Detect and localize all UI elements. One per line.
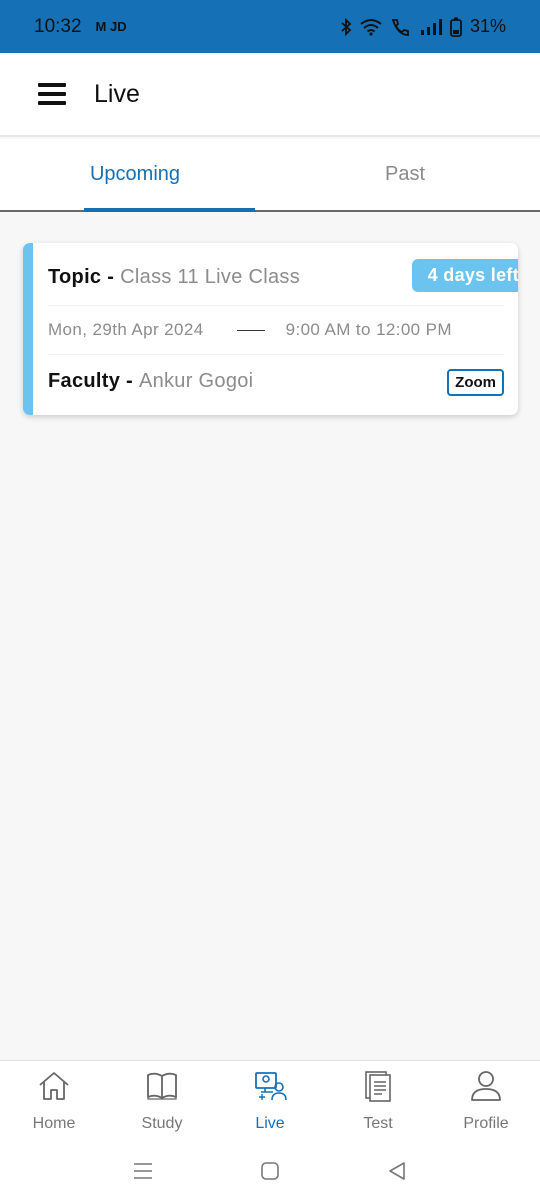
nav-live[interactable]: Live: [216, 1061, 324, 1142]
nav-profile[interactable]: Profile: [432, 1061, 540, 1142]
recent-apps-icon: [134, 1163, 153, 1179]
app-header: Live: [0, 53, 540, 137]
person-icon: [469, 1069, 503, 1103]
nav-study[interactable]: Study: [108, 1061, 216, 1142]
nav-test[interactable]: Test: [324, 1061, 432, 1142]
faculty-value: Ankur Gogoi: [138, 369, 254, 392]
status-time: 10:32: [34, 15, 82, 37]
days-left-badge: 4 days left: [411, 259, 518, 292]
bottom-nav: Home Study Live Test Profile: [0, 1060, 540, 1142]
back-button[interactable]: [377, 1151, 417, 1191]
test-icon: [361, 1069, 395, 1103]
nav-study-label: Study: [141, 1115, 183, 1132]
nav-home-label: Home: [32, 1115, 76, 1132]
signal-icon: [420, 18, 442, 35]
page-title: Live: [94, 79, 140, 108]
recent-apps-button[interactable]: [123, 1151, 163, 1191]
battery-percent: 31%: [469, 16, 506, 36]
nav-profile-label: Profile: [463, 1115, 509, 1132]
faculty-label: Faculty -: [48, 369, 133, 392]
call-icon: [391, 18, 409, 36]
class-time: 9:00 AM to 12:00 PM: [285, 320, 452, 339]
wifi-icon: [360, 18, 382, 36]
tab-bar: Upcoming Past: [0, 139, 540, 212]
home-system-button[interactable]: [250, 1151, 290, 1191]
carrier-icons: M JD: [95, 19, 127, 34]
tab-upcoming[interactable]: Upcoming: [0, 139, 270, 210]
status-bar: 10:32 M JD 31%: [0, 0, 540, 53]
status-indicators: 31%: [340, 16, 506, 37]
nav-test-label: Test: [363, 1115, 393, 1132]
tab-past-label: Past: [384, 163, 426, 185]
home-icon: [37, 1069, 71, 1103]
tab-active-indicator: [84, 208, 255, 212]
card-accent-bar: [23, 243, 33, 415]
date-time-separator: [236, 329, 265, 331]
class-date: Mon, 29th Apr 2024: [48, 320, 204, 339]
system-nav-bar: [0, 1142, 540, 1200]
nav-live-label: Live: [255, 1115, 285, 1132]
live-class-icon: [253, 1069, 287, 1103]
live-class-card[interactable]: Topic - Class 11 Live Class 4 days left …: [23, 243, 518, 415]
back-triangle-icon: [388, 1162, 405, 1180]
tab-upcoming-label: Upcoming: [89, 163, 181, 185]
book-icon: [145, 1069, 179, 1103]
nav-home[interactable]: Home: [0, 1061, 108, 1142]
hamburger-icon[interactable]: [38, 83, 66, 105]
home-square-icon: [261, 1162, 279, 1180]
schedule-row: Mon, 29th Apr 2024 9:00 AM to 12:00 PM: [48, 305, 504, 355]
bluetooth-icon: [341, 17, 352, 36]
topic-label: Topic -: [48, 265, 115, 288]
battery-icon: [450, 17, 462, 37]
topic-value: Class 11 Live Class: [120, 265, 301, 288]
platform-zoom-chip[interactable]: Zoom: [447, 369, 504, 396]
tab-past[interactable]: Past: [270, 139, 540, 210]
faculty-row: Faculty - Ankur Gogoi Zoom: [48, 365, 504, 397]
